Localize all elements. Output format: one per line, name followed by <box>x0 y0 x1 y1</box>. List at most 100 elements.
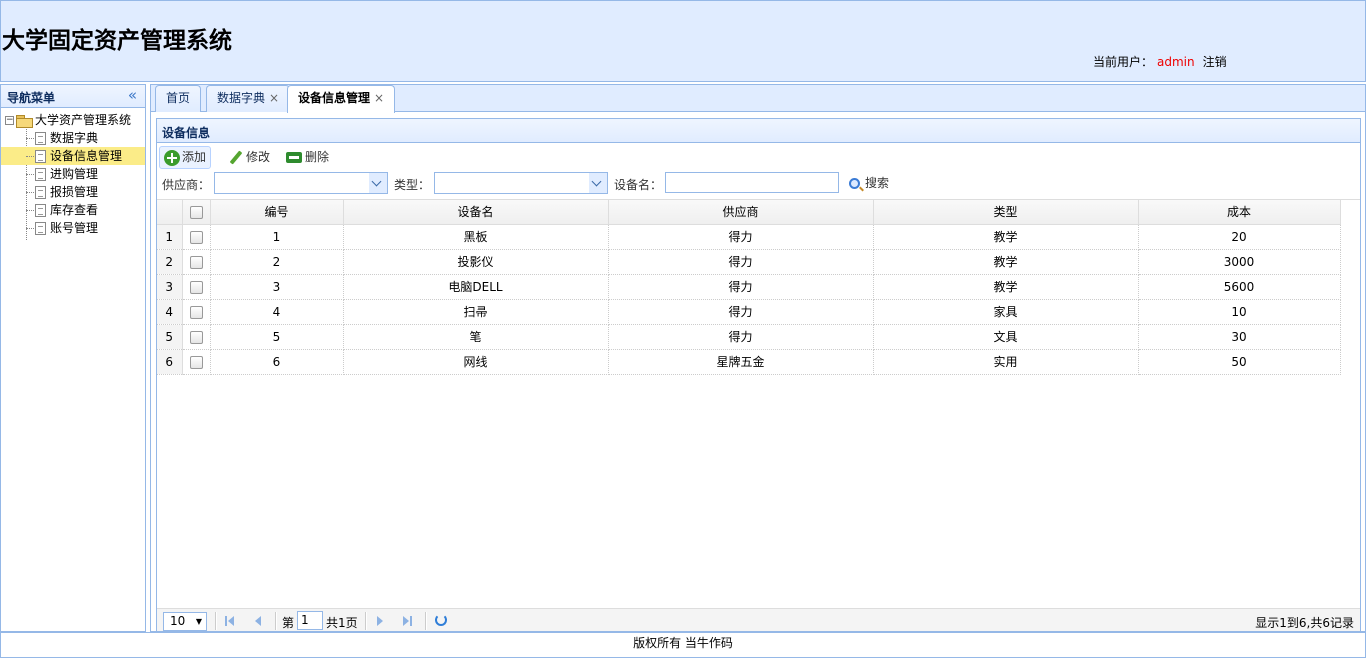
close-icon[interactable]: × <box>269 91 279 105</box>
page-number-input[interactable]: 1 <box>297 611 323 630</box>
file-icon <box>35 186 46 199</box>
tree-root-label: 大学资产管理系统 <box>35 113 132 127</box>
panel-header: 设备信息 <box>157 119 1360 143</box>
tab-label: 数据字典 <box>217 91 266 105</box>
divider <box>365 612 367 630</box>
search-label: 搜索 <box>865 176 890 190</box>
cell-id: 3 <box>210 274 344 300</box>
row-checkbox[interactable] <box>182 324 211 350</box>
prev-page-icon[interactable] <box>251 614 265 628</box>
filter-bar: 供应商： 类型： 设备名： 搜索 <box>157 171 1360 197</box>
next-page-icon[interactable] <box>373 614 387 628</box>
add-icon <box>164 149 180 166</box>
cell-supplier: 得力 <box>608 299 874 325</box>
row-checkbox[interactable] <box>182 224 211 250</box>
delete-label: 删除 <box>305 150 330 164</box>
cell-id: 4 <box>210 299 344 325</box>
cell-cost: 50 <box>1138 349 1341 375</box>
tab-home[interactable]: 首页 <box>155 85 202 112</box>
cell-type: 文具 <box>873 324 1139 350</box>
row-number: 5 <box>157 324 183 350</box>
nav-item-inventory[interactable]: 库存查看 <box>1 201 145 219</box>
file-icon <box>35 168 46 181</box>
app-title: 大学固定资产管理系统 <box>2 28 232 54</box>
panel-title: 设备信息 <box>162 126 211 140</box>
type-select[interactable] <box>434 172 608 194</box>
table-row[interactable]: 1 1 黑板 得力 教学 20 <box>157 224 1341 250</box>
table-row[interactable]: 5 5 笔 得力 文具 30 <box>157 324 1341 350</box>
column-header[interactable]: 供应商 <box>608 200 874 225</box>
row-checkbox[interactable] <box>182 249 211 275</box>
nav-item-data-dictionary[interactable]: 数据字典 <box>1 129 145 147</box>
cell-name: 扫帚 <box>343 299 609 325</box>
table-row[interactable]: 6 6 网线 星牌五金 实用 50 <box>157 349 1341 375</box>
collapse-tree-icon[interactable]: − <box>5 116 14 125</box>
row-checkbox[interactable] <box>182 299 211 325</box>
supplier-select[interactable] <box>214 172 388 194</box>
cell-supplier: 星牌五金 <box>608 349 874 375</box>
table-row[interactable]: 4 4 扫帚 得力 家具 10 <box>157 299 1341 325</box>
cell-supplier: 得力 <box>608 249 874 275</box>
divider <box>425 612 427 630</box>
pagination-info: 显示1到6,共6记录 <box>1255 616 1354 630</box>
last-page-icon[interactable] <box>401 614 415 628</box>
nav-item-label: 设备信息管理 <box>50 149 123 163</box>
refresh-icon[interactable] <box>435 614 447 626</box>
nav-item-equipment[interactable]: 设备信息管理 <box>1 147 145 165</box>
add-label: 添加 <box>182 150 207 164</box>
folder-icon <box>16 115 33 128</box>
cell-name: 投影仪 <box>343 249 609 275</box>
chevron-down-icon[interactable] <box>369 173 387 193</box>
nav-panel: 导航菜单 « − 大学资产管理系统 数据字典 设备信息管理 进购管理 报损管理 库… <box>0 84 146 632</box>
column-header[interactable]: 成本 <box>1138 200 1341 225</box>
equipment-name-input[interactable] <box>665 172 839 193</box>
first-page-icon[interactable] <box>223 614 237 628</box>
table-header-row: 编号 设备名 供应商 类型 成本 <box>157 200 1341 225</box>
nav-item-purchase[interactable]: 进购管理 <box>1 165 145 183</box>
add-button[interactable]: 添加 <box>159 146 212 169</box>
table-row[interactable]: 3 3 电脑DELL 得力 教学 5600 <box>157 274 1341 300</box>
cell-name: 网线 <box>343 349 609 375</box>
close-icon[interactable]: × <box>374 91 384 105</box>
cell-id: 5 <box>210 324 344 350</box>
tab-equipment[interactable]: 设备信息管理 × <box>287 85 396 113</box>
logout-link[interactable]: 注销 <box>1203 55 1227 69</box>
column-header[interactable]: 编号 <box>210 200 344 225</box>
column-header[interactable]: 类型 <box>873 200 1139 225</box>
row-checkbox[interactable] <box>182 349 211 375</box>
delete-button[interactable]: 删除 <box>281 146 334 169</box>
equipment-panel: 设备信息 添加 修改 删除 供应商： 类型： 设备名： 搜索 编号 设备名 供应… <box>156 118 1361 631</box>
tab-bar: 首页 数据字典 × 设备信息管理 × <box>151 85 1365 113</box>
row-number-header <box>157 200 183 225</box>
cell-id: 6 <box>210 349 344 375</box>
chevron-down-icon[interactable] <box>589 173 607 193</box>
cell-supplier: 得力 <box>608 324 874 350</box>
search-button[interactable]: 搜索 <box>849 174 889 191</box>
tab-label: 首页 <box>166 91 191 105</box>
divider <box>275 612 277 630</box>
row-number: 6 <box>157 349 183 375</box>
supplier-label: 供应商： <box>162 178 211 192</box>
nav-item-accounts[interactable]: 账号管理 <box>1 219 145 237</box>
nav-item-label: 库存查看 <box>50 203 99 217</box>
select-all-checkbox[interactable] <box>182 200 211 225</box>
file-icon <box>35 222 46 235</box>
nav-item-label: 报损管理 <box>50 185 99 199</box>
row-checkbox[interactable] <box>182 274 211 300</box>
file-icon <box>35 132 46 145</box>
page-size-select[interactable]: 10 <box>163 612 207 631</box>
collapse-icon[interactable]: « <box>128 86 137 104</box>
current-user-name: admin <box>1157 55 1195 69</box>
table-row[interactable]: 2 2 投影仪 得力 教学 3000 <box>157 249 1341 275</box>
row-number: 3 <box>157 274 183 300</box>
name-label: 设备名： <box>614 178 663 192</box>
column-header[interactable]: 设备名 <box>343 200 609 225</box>
tab-data-dictionary[interactable]: 数据字典 × <box>206 85 291 112</box>
tree-root[interactable]: − 大学资产管理系统 <box>1 111 145 129</box>
nav-item-damage[interactable]: 报损管理 <box>1 183 145 201</box>
edit-button[interactable]: 修改 <box>223 146 275 169</box>
file-icon <box>35 150 46 163</box>
row-number: 1 <box>157 224 183 250</box>
cell-supplier: 得力 <box>608 274 874 300</box>
edit-label: 修改 <box>246 150 271 164</box>
